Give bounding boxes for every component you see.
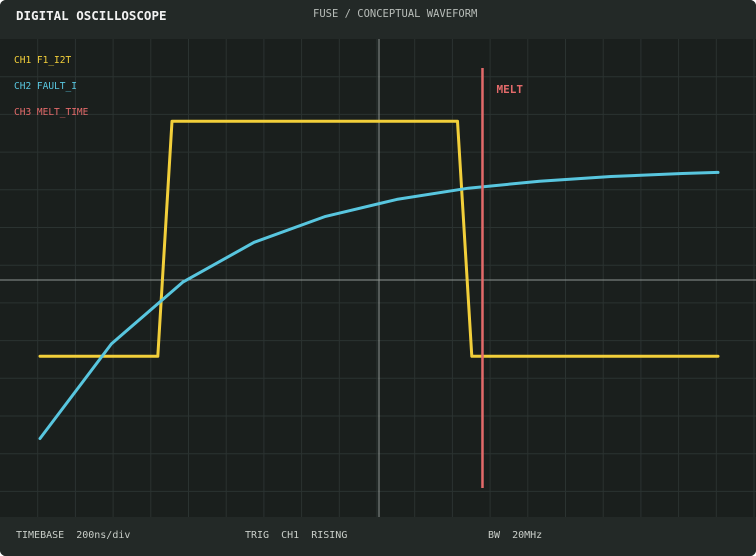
header-bar: DIGITAL OSCILLOSCOPE FUSE / CONCEPTUAL W… <box>0 0 756 39</box>
waveform-plot: MELT CH1 F1_I2T CH2 FAULT_I CH3 MELT_TIME <box>0 39 756 517</box>
timebase-readout: TIMEBASE 200ns/div <box>16 530 131 541</box>
trigger-readout: TRIG CH1 RISING <box>245 530 348 541</box>
status-bar: TIMEBASE 200ns/div TRIG CH1 RISING BW 20… <box>0 517 756 556</box>
melt-marker-label: MELT <box>496 83 523 96</box>
legend-entry-ch2: CH2 FAULT_I <box>14 81 77 92</box>
app-title: DIGITAL OSCILLOSCOPE <box>16 8 167 23</box>
oscilloscope-display: DIGITAL OSCILLOSCOPE FUSE / CONCEPTUAL W… <box>0 0 756 556</box>
display-subtitle: FUSE / CONCEPTUAL WAVEFORM <box>313 8 478 20</box>
legend-entry-ch3: CH3 MELT_TIME <box>14 107 89 118</box>
legend: CH1 F1_I2T CH2 FAULT_I CH3 MELT_TIME <box>14 55 89 118</box>
legend-entry-ch1: CH1 F1_I2T <box>14 55 71 66</box>
bandwidth-readout: BW 20MHz <box>488 530 543 541</box>
grid <box>0 39 756 517</box>
